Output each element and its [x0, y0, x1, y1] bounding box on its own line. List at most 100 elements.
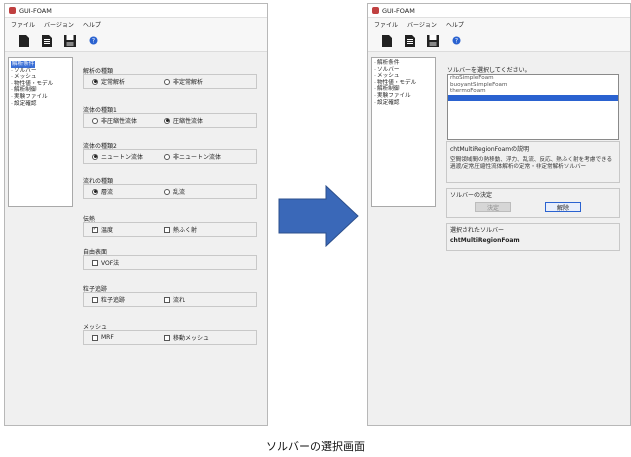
menu-bar: ファイル バージョン ヘルプ	[5, 18, 267, 30]
checkbox	[164, 226, 170, 233]
checkbox	[92, 334, 98, 341]
menu-help[interactable]: ヘルプ	[83, 20, 101, 29]
save-button[interactable]	[61, 32, 79, 50]
radio-circle	[164, 188, 170, 195]
radio-circle	[92, 188, 98, 195]
check-radiation[interactable]: 熱ふく射	[164, 225, 197, 234]
radio-transient[interactable]: 非定常解析	[164, 77, 203, 86]
open-file-button[interactable]	[401, 32, 419, 50]
radio-circle	[164, 153, 170, 160]
solver-decision-box: ソルバーの決定 決定 解除	[446, 188, 620, 218]
group-title: 伝熱	[83, 216, 96, 223]
group-analysis-type: 解析の種類 定常解析 非定常解析	[83, 66, 257, 89]
menu-file[interactable]: ファイル	[374, 20, 398, 29]
option-label: 熱ふく射	[173, 227, 198, 234]
group-title: 自由表面	[83, 249, 108, 256]
option-label: 層流	[101, 189, 114, 196]
option-label: 非定常解析	[173, 79, 204, 86]
group-mesh: メッシュ MRF 移動メッシュ	[83, 322, 257, 345]
solver-description-box: chtMultiRegionFoamの説明 空間領域間の熱移動、浮力、乱流、反応…	[446, 141, 620, 183]
option-label: 流れ	[173, 297, 186, 304]
menu-file[interactable]: ファイル	[11, 20, 35, 29]
check-vof[interactable]: VOF法	[92, 258, 164, 267]
toolbar: ?	[5, 30, 267, 52]
cancel-button[interactable]: 解除	[545, 202, 581, 212]
checkbox	[92, 296, 98, 303]
toolbar: ?	[368, 30, 630, 52]
tree-item-exp-file[interactable]: 実験ファイル	[374, 93, 433, 100]
tree-item-control[interactable]: 解析制御	[374, 86, 433, 93]
tree-item-exp-file[interactable]: 実験ファイル	[11, 94, 70, 101]
tree-item-control[interactable]: 解析制御	[11, 87, 70, 94]
check-temperature[interactable]: ✓ 温度	[92, 225, 164, 234]
tree-item-confirm[interactable]: 設定確認	[374, 100, 433, 107]
description-title: chtMultiRegionFoamの説明	[450, 146, 530, 153]
group-fluid-type1: 流体の種類1 非圧縮性流体 圧縮性流体	[83, 105, 257, 128]
document-icon	[42, 34, 52, 47]
list-item-selected[interactable]	[448, 94, 618, 101]
description-text: 空間領域間の熱移動、浮力、乱流、反応、熱ふく射を考慮できる過渡/定常圧縮性流体解…	[450, 157, 613, 170]
left-window: GUI-FOAM ファイル バージョン ヘルプ ? 解析条件 ソルバー メッシュ…	[4, 3, 268, 426]
checkbox	[164, 334, 170, 341]
group-title: 流体の種類1	[83, 107, 117, 114]
radio-laminar[interactable]: 層流	[92, 187, 164, 196]
help-icon: ?	[452, 36, 460, 45]
radio-circle	[92, 153, 98, 160]
radio-compressible[interactable]: 圧縮性流体	[164, 116, 203, 125]
option-label: 温度	[101, 227, 114, 234]
selected-solver-value: chtMultiRegionFoam	[450, 237, 520, 244]
group-title: メッシュ	[83, 324, 108, 331]
check-flow[interactable]: 流れ	[164, 295, 185, 304]
radio-circle	[92, 117, 98, 124]
option-label: 乱流	[173, 189, 186, 196]
check-moving-mesh[interactable]: 移動メッシュ	[164, 333, 209, 342]
tree-item-confirm[interactable]: 設定確認	[11, 101, 70, 108]
tree-item-solver[interactable]: ソルバー	[11, 68, 70, 75]
help-button[interactable]: ?	[447, 32, 465, 50]
radio-steady[interactable]: 定常解析	[92, 77, 164, 86]
help-button[interactable]: ?	[84, 32, 102, 50]
menu-version[interactable]: バージョン	[44, 20, 74, 29]
tree-item-analysis[interactable]: 解析条件	[11, 61, 36, 68]
open-file-button[interactable]	[38, 32, 56, 50]
new-file-button[interactable]	[378, 32, 396, 50]
new-file-icon	[19, 34, 29, 47]
check-particle[interactable]: 粒子追跡	[92, 295, 164, 304]
tree-item-mesh[interactable]: メッシュ	[374, 73, 433, 80]
decide-button[interactable]: 決定	[475, 202, 511, 212]
radio-turbulent[interactable]: 乱流	[164, 187, 185, 196]
tree-item-solver[interactable]: ソルバー	[374, 67, 433, 74]
selected-title: 選択されたソルバー	[450, 227, 505, 234]
option-label: MRF	[101, 334, 114, 341]
svg-text:?: ?	[91, 38, 94, 45]
group-heat-transfer: 伝熱 ✓ 温度 熱ふく射	[83, 214, 257, 237]
selected-solver-box: 選択されたソルバー chtMultiRegionFoam	[446, 223, 620, 251]
nav-tree: 解析条件 ソルバー メッシュ 物性値・モデル 解析制御 実験ファイル 設定確認	[8, 57, 73, 207]
tree-item-mesh[interactable]: メッシュ	[11, 74, 70, 81]
radio-non-newtonian[interactable]: 非ニュートン流体	[164, 152, 221, 161]
save-button[interactable]	[424, 32, 442, 50]
checkbox	[164, 296, 170, 303]
solver-listbox[interactable]: rhoSimpleFoam buoyantSimpleFoam thermoFo…	[447, 74, 619, 140]
window-title: GUI-FOAM	[19, 6, 52, 15]
option-label: 粒子追跡	[101, 297, 126, 304]
option-label: 移動メッシュ	[173, 335, 210, 342]
tree-item-analysis[interactable]: 解析条件	[374, 60, 433, 67]
app-icon	[372, 7, 379, 14]
document-icon	[405, 34, 415, 47]
group-title: 流れの種類	[83, 178, 114, 185]
menu-help[interactable]: ヘルプ	[446, 20, 464, 29]
help-icon: ?	[89, 36, 97, 45]
menu-bar: ファイル バージョン ヘルプ	[368, 18, 630, 30]
solver-select-label: ソルバーを選択してください。	[447, 67, 531, 74]
radio-newtonian[interactable]: ニュートン流体	[92, 152, 164, 161]
menu-version[interactable]: バージョン	[407, 20, 437, 29]
option-label: 圧縮性流体	[173, 118, 204, 125]
radio-circle	[164, 117, 170, 124]
radio-incompressible[interactable]: 非圧縮性流体	[92, 116, 164, 125]
app-icon	[9, 7, 16, 14]
new-file-button[interactable]	[15, 32, 33, 50]
group-fluid-type2: 流体の種類2 ニュートン流体 非ニュートン流体	[83, 141, 257, 164]
check-mrf[interactable]: MRF	[92, 334, 164, 341]
new-file-icon	[382, 34, 392, 47]
